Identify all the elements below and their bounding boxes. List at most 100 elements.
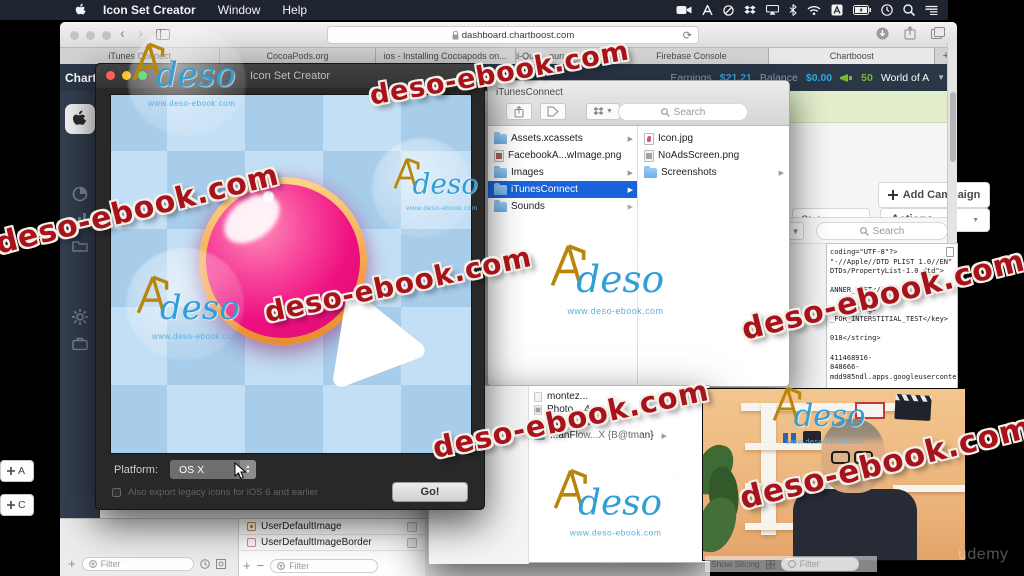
apple-menu[interactable] xyxy=(75,3,87,17)
url-text: dashboard.chartboost.com xyxy=(462,30,574,41)
checkbox-icon[interactable] xyxy=(112,488,121,497)
detail-button[interactable] xyxy=(407,538,417,548)
character-viewer-icon[interactable] xyxy=(702,5,713,16)
udemy-watermark: udemy xyxy=(958,546,1009,564)
platform-label: Platform: xyxy=(114,464,158,476)
campaign-search-field[interactable]: Search xyxy=(816,222,948,240)
clapperboard xyxy=(894,394,931,421)
filter-icon xyxy=(89,560,97,568)
search-icon xyxy=(661,108,670,117)
add-campaign-button[interactable]: Add Campaign xyxy=(878,182,990,208)
share-button[interactable] xyxy=(506,103,532,120)
finder-toolbar: ▼ Search xyxy=(488,98,789,126)
safari-traffic-lights[interactable] xyxy=(70,31,111,40)
add-icon[interactable]: + xyxy=(68,556,76,571)
add-app-button-partial[interactable]: A xyxy=(0,460,34,482)
address-bar[interactable]: dashboard.chartboost.com ⟳ xyxy=(327,26,699,44)
filter-icon xyxy=(788,560,796,568)
back-icon[interactable]: ‹ xyxy=(120,25,125,42)
menu-help[interactable]: Help xyxy=(282,3,307,17)
list-item[interactable]: Assets.xcassets▶ xyxy=(488,130,637,147)
tab-cocoapods[interactable]: CocoaPods.org xyxy=(220,48,375,64)
briefcase-icon[interactable] xyxy=(72,337,88,350)
spotlight-icon[interactable] xyxy=(903,4,915,16)
close-button[interactable] xyxy=(106,71,115,80)
coins-count[interactable]: 50 xyxy=(861,72,873,84)
image-file-icon xyxy=(644,150,654,162)
clock-icon[interactable] xyxy=(200,559,210,569)
chevron-down-icon: ▼ xyxy=(937,73,945,82)
chevron-down-icon: ▼ xyxy=(792,227,800,236)
resource-row[interactable]: UserDefaultImageBorder xyxy=(239,535,425,551)
list-item[interactable]: FacebookA...wImage.png xyxy=(488,147,637,164)
folder-icon xyxy=(494,168,507,178)
folder-icon xyxy=(494,134,507,144)
list-item[interactable]: Images▶ xyxy=(488,164,637,181)
balance-value[interactable]: $0.00 xyxy=(806,72,832,84)
grid-icon[interactable] xyxy=(766,560,775,569)
media-library-icon[interactable] xyxy=(216,559,226,569)
list-item[interactable]: NoAdsScreen.png xyxy=(638,147,788,164)
add-icon[interactable]: + xyxy=(243,558,251,573)
megaphone-icon xyxy=(840,73,853,83)
menu-window[interactable]: Window xyxy=(218,3,261,17)
tag-icon xyxy=(547,106,559,117)
plus-icon xyxy=(7,501,15,509)
bluetooth-icon[interactable] xyxy=(789,4,797,16)
filter-icon xyxy=(277,562,285,570)
show-slicing-button[interactable]: Show Slicing xyxy=(711,559,760,569)
dropbox-icon[interactable] xyxy=(744,5,756,16)
minimize-button[interactable] xyxy=(86,31,95,40)
list-item-selected[interactable]: iTunesConnect▶ xyxy=(488,181,637,198)
file-icon xyxy=(534,392,542,402)
scrollbar-thumb[interactable] xyxy=(950,92,956,162)
resources-list: UserDefaultImage UserDefaultImageBorder … xyxy=(238,519,425,576)
go-button[interactable]: Go! xyxy=(392,482,468,502)
share-icon xyxy=(514,106,524,118)
list-item[interactable]: Screenshots▶ xyxy=(638,164,788,181)
mouse-cursor xyxy=(234,462,247,480)
tab-overview-icon[interactable] xyxy=(931,27,945,39)
input-source-icon[interactable] xyxy=(831,4,843,16)
dropbox-actions-button[interactable]: ▼ xyxy=(586,103,620,120)
remove-icon[interactable]: − xyxy=(257,558,265,573)
menu-bar: Icon Set Creator Window Help xyxy=(0,0,948,20)
filter-field[interactable]: Filter xyxy=(781,557,859,571)
xcode-slicing-bar: Show Slicing Filter xyxy=(705,556,877,572)
clock-icon[interactable] xyxy=(881,4,893,16)
account-menu[interactable]: World of A xyxy=(881,72,929,84)
legacy-icons-checkbox[interactable]: Also export legacy icons for iOS 6 and e… xyxy=(112,487,318,498)
close-button[interactable] xyxy=(70,31,79,40)
tab-chartboost[interactable]: Chartboost xyxy=(769,48,935,64)
plus-icon xyxy=(888,190,898,200)
detail-button[interactable] xyxy=(407,522,417,532)
tag-button[interactable] xyxy=(540,103,566,120)
resource-row[interactable]: UserDefaultImage xyxy=(239,519,425,535)
zoom-button[interactable] xyxy=(102,31,111,40)
downloads-icon[interactable] xyxy=(876,27,889,40)
tab-firebase-console[interactable]: Firebase Console xyxy=(614,48,769,64)
trash-icon xyxy=(946,247,954,257)
analytics-pie-icon[interactable] xyxy=(72,186,88,202)
do-not-disturb-icon[interactable] xyxy=(723,5,734,16)
notification-center-icon[interactable] xyxy=(925,5,938,15)
list-item[interactable]: Icon.jpg xyxy=(638,130,788,147)
filter-field[interactable]: Filter xyxy=(270,559,378,573)
reload-icon[interactable]: ⟳ xyxy=(683,29,692,42)
menu-app-name[interactable]: Icon Set Creator xyxy=(103,3,196,17)
wifi-icon[interactable] xyxy=(807,5,821,15)
airplay-icon[interactable] xyxy=(766,5,779,15)
battery-icon[interactable] xyxy=(853,5,871,15)
apple-logo-icon xyxy=(75,3,87,17)
gear-icon[interactable] xyxy=(72,309,88,325)
video-camera-icon[interactable] xyxy=(676,5,692,15)
forward-icon[interactable]: › xyxy=(138,25,143,42)
create-button-partial[interactable]: C xyxy=(0,494,34,516)
image-swatch-icon xyxy=(247,522,256,531)
finder-search-field[interactable]: Search xyxy=(618,103,748,121)
chartboost-sidebar xyxy=(60,91,100,518)
filter-field[interactable]: Filter xyxy=(82,557,194,571)
image-file-icon xyxy=(644,133,654,145)
app-icon-apple[interactable] xyxy=(65,104,95,134)
share-icon[interactable] xyxy=(904,26,916,40)
